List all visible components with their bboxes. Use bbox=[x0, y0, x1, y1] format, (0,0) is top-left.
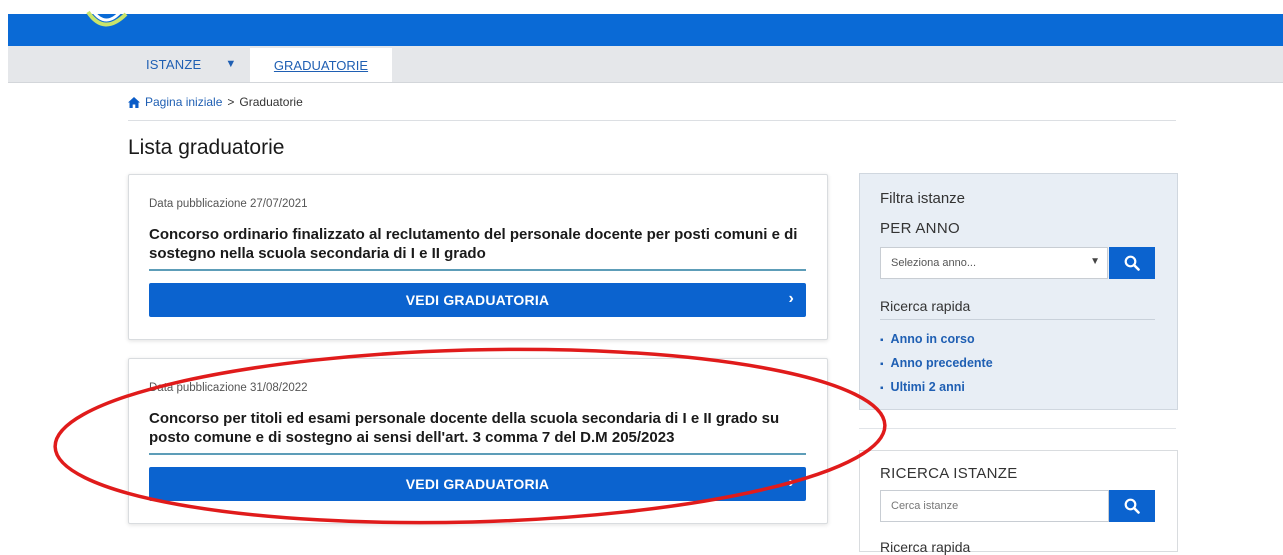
chevron-right-icon: › bbox=[788, 474, 794, 491]
ricerca-rapida-label: Ricerca rapida bbox=[880, 298, 971, 314]
graduatoria-card: Data pubblicazione 31/08/2022 Concorso p… bbox=[128, 358, 828, 524]
breadcrumb-home-link[interactable]: Pagina iniziale bbox=[145, 95, 222, 109]
search-input[interactable]: Cerca istanze bbox=[880, 490, 1109, 522]
card-title: Concorso ordinario finalizzato al reclut… bbox=[149, 226, 798, 262]
ricerca-istanze-panel: RICERCA ISTANZE Cerca istanze Ricerca ra… bbox=[859, 450, 1178, 555]
header-bar bbox=[8, 10, 1283, 46]
search-button[interactable] bbox=[1109, 490, 1155, 522]
chevron-down-icon[interactable]: ▼ bbox=[225, 58, 236, 70]
quick-link[interactable]: Anno precedente bbox=[880, 352, 993, 376]
nav-graduatorie[interactable]: GRADUATORIE bbox=[250, 48, 392, 82]
filter-search-button[interactable] bbox=[1109, 247, 1155, 279]
quick-link[interactable]: Anno in corso bbox=[880, 328, 993, 352]
filter-heading: Filtra istanze bbox=[880, 190, 966, 207]
card-divider bbox=[149, 269, 806, 271]
search-icon bbox=[1124, 498, 1140, 514]
vedi-graduatoria-button[interactable]: VEDI GRADUATORIA › bbox=[149, 283, 806, 317]
page-title: Lista graduatorie bbox=[128, 136, 285, 159]
year-select-value: Seleziona anno... bbox=[891, 257, 977, 269]
nav-graduatorie-label: GRADUATORIE bbox=[273, 57, 369, 73]
search-placeholder: Cerca istanze bbox=[891, 500, 959, 512]
search-icon bbox=[1124, 255, 1140, 271]
quick-links: Anno in corso Anno precedente Ultimi 2 a… bbox=[880, 328, 993, 400]
nav-istanze[interactable]: ISTANZE ▼ bbox=[104, 46, 250, 82]
card-title: Concorso per titoli ed esami personale d… bbox=[149, 410, 780, 446]
publication-date: Data pubblicazione 27/07/2021 bbox=[149, 198, 308, 210]
chevron-down-icon: ▼ bbox=[1090, 256, 1100, 267]
ricerca-rapida-label: Ricerca rapida bbox=[880, 539, 971, 555]
breadcrumb: Pagina iniziale > Graduatorie bbox=[128, 95, 303, 109]
publication-date: Data pubblicazione 31/08/2022 bbox=[149, 382, 308, 394]
quick-link[interactable]: Ultimi 2 anni bbox=[880, 376, 993, 400]
main-nav: ISTANZE ▼ GRADUATORIE bbox=[8, 46, 1283, 83]
button-label: VEDI GRADUATORIA bbox=[405, 292, 550, 308]
home-icon[interactable] bbox=[128, 96, 140, 108]
breadcrumb-current: Graduatorie bbox=[239, 95, 303, 109]
breadcrumb-separator: > bbox=[227, 95, 235, 109]
per-anno-label: PER ANNO bbox=[880, 220, 960, 237]
ricerca-heading: RICERCA ISTANZE bbox=[880, 465, 1018, 482]
nav-istanze-label: ISTANZE bbox=[146, 56, 202, 72]
divider bbox=[859, 428, 1176, 429]
button-label: VEDI GRADUATORIA bbox=[405, 476, 550, 492]
divider bbox=[880, 319, 1155, 320]
graduatoria-card: Data pubblicazione 27/07/2021 Concorso o… bbox=[128, 174, 828, 340]
chevron-right-icon: › bbox=[788, 290, 794, 307]
year-select[interactable]: Seleziona anno... ▼ bbox=[880, 247, 1108, 279]
filter-panel: Filtra istanze PER ANNO Seleziona anno..… bbox=[859, 173, 1178, 410]
logo-icon[interactable] bbox=[78, 10, 138, 40]
vedi-graduatoria-button[interactable]: VEDI GRADUATORIA › bbox=[149, 467, 806, 501]
card-divider bbox=[149, 453, 806, 455]
divider bbox=[128, 120, 1176, 121]
